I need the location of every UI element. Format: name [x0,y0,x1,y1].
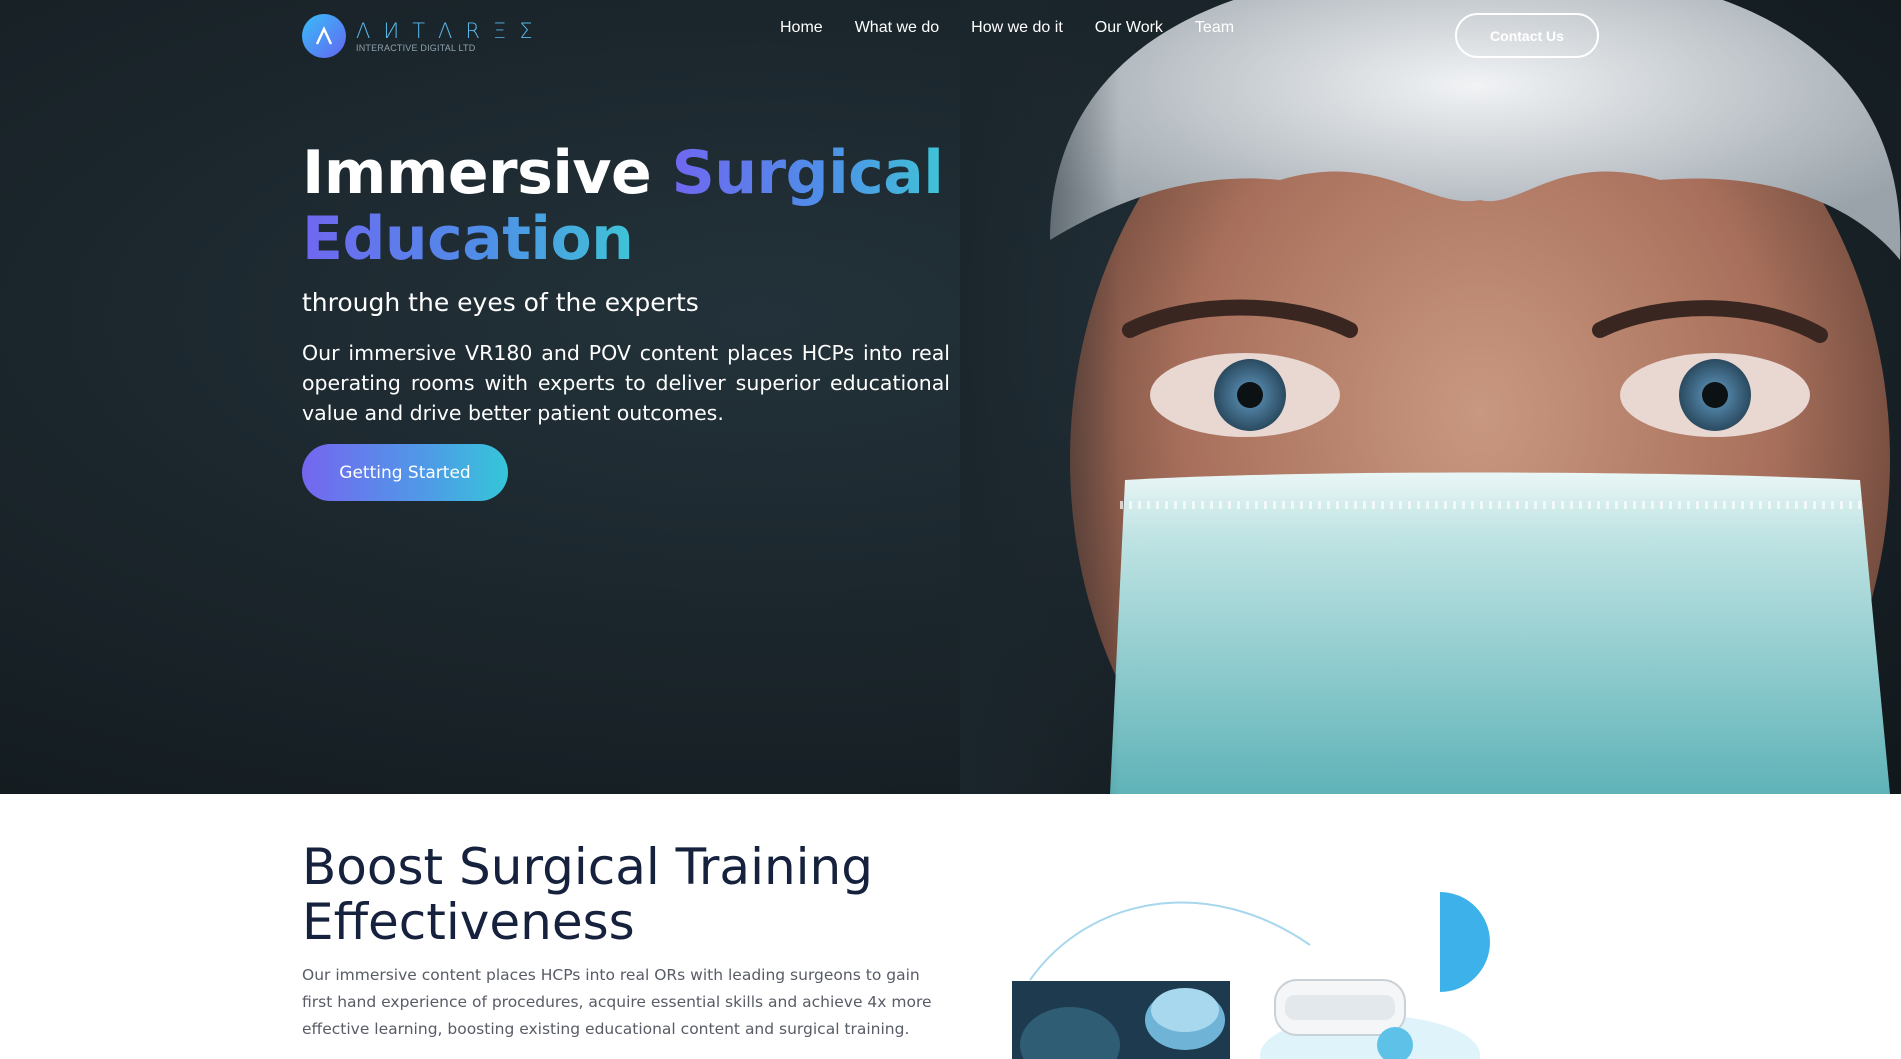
decorative-half-circle [1440,892,1490,992]
brand-text: ΛИTΛRΞΣ INTERACTIVE DIGITAL LTD [356,20,546,53]
section-description: Our immersive content places HCPs into r… [302,966,932,1038]
brand-name: ΛИTΛRΞΣ [356,18,546,43]
hero-title-highlight-2: Education [302,204,634,274]
section-illustration [1012,892,1490,1059]
getting-started-button[interactable]: Getting Started [302,444,508,501]
vr-headset-photo [1260,979,1480,1059]
nav-what-we-do[interactable]: What we do [855,19,939,37]
brand-logo[interactable]: ΛИTΛRΞΣ INTERACTIVE DIGITAL LTD [302,14,546,58]
hero-subtitle: through the eyes of the experts [302,288,699,317]
hero-description: Our immersive VR180 and POV content plac… [302,341,950,425]
nav-team[interactable]: Team [1195,19,1234,37]
hero-title: Immersive Surgical Education [302,140,1002,272]
decorative-arc [1029,901,1311,981]
nav-how-we-do-it[interactable]: How we do it [971,19,1063,37]
nav-our-work[interactable]: Our Work [1095,19,1163,37]
contact-us-button[interactable]: Contact Us [1455,13,1599,58]
main-nav: Home What we do How we do it Our Work Te… [780,19,1266,37]
hero-section: ΛИTΛRΞΣ INTERACTIVE DIGITAL LTD Home Wha… [0,0,1901,794]
hero-title-highlight: Surgical [671,138,944,208]
brand-subtitle: INTERACTIVE DIGITAL LTD [356,42,476,53]
hero-title-plain: Immersive [302,138,652,208]
surgeons-operating-photo [1012,981,1230,1059]
antares-logo-icon [302,14,346,58]
surgeon-portrait-photo [960,0,1901,794]
nav-home[interactable]: Home [780,19,823,37]
section-title: Boost Surgical Training Effectiveness [302,838,873,951]
